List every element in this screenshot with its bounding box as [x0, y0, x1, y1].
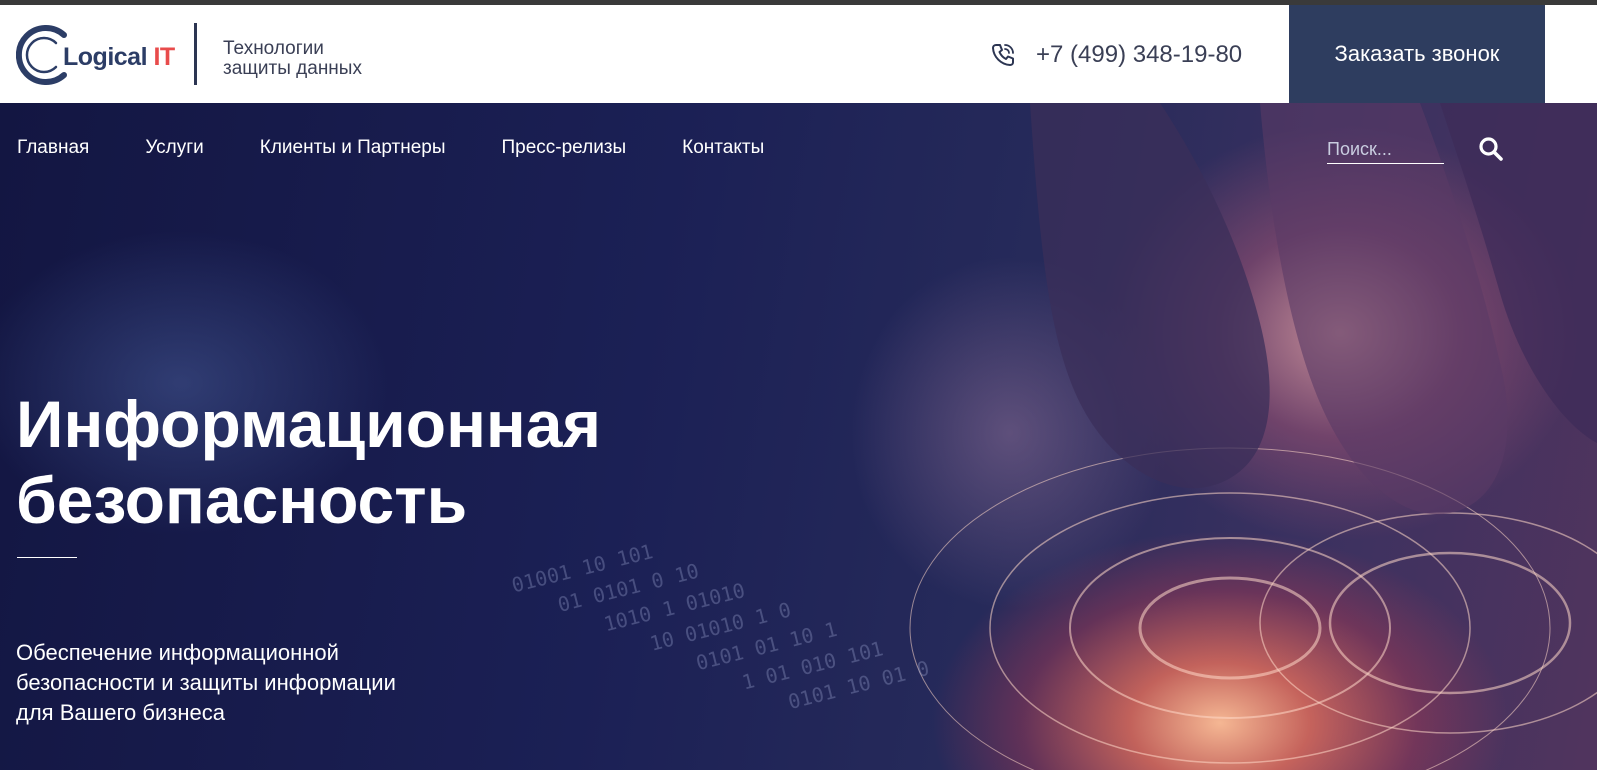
site-header: Logical IT Технологии защиты данных +7 (…	[0, 5, 1597, 103]
hero-title: Информационная безопасность	[16, 386, 601, 538]
order-callback-button[interactable]: Заказать звонок	[1289, 5, 1545, 103]
nav-item-press-releases[interactable]: Пресс-релизы	[501, 137, 626, 159]
tagline-line-2: защиты данных	[223, 58, 362, 79]
nav-item-services[interactable]: Услуги	[145, 137, 203, 159]
header-tagline: Технологии защиты данных	[223, 39, 362, 79]
search-icon[interactable]	[1478, 136, 1504, 162]
logo-wordmark: Logical IT	[63, 43, 175, 72]
hero-section: 01001 10 101 01 0101 0 10 1010 1 01010 1…	[0, 103, 1597, 770]
phone-icon	[992, 44, 1014, 66]
hero-subtitle-line-2: безопасности и защиты информации	[16, 670, 396, 695]
nav-item-home[interactable]: Главная	[17, 137, 89, 159]
hero-subtitle: Обеспечение информационной безопасности …	[16, 638, 476, 728]
main-nav: Главная Услуги Клиенты и Партнеры Пресс-…	[17, 137, 820, 159]
logo-accent-text: IT	[153, 43, 175, 71]
hero-title-line-1: Информационная	[16, 387, 602, 461]
tagline-line-1: Технологии	[223, 38, 324, 59]
hero-subtitle-line-1: Обеспечение информационной	[16, 640, 339, 665]
nav-item-contacts[interactable]: Контакты	[682, 137, 764, 159]
phone-number-link[interactable]: +7 (499) 348-19-80	[1036, 41, 1242, 69]
hero-divider	[17, 557, 77, 558]
logo-text: Logical	[63, 43, 148, 71]
search-input[interactable]	[1327, 135, 1444, 164]
hero-title-line-2: безопасность	[16, 463, 468, 537]
nav-item-clients-partners[interactable]: Клиенты и Партнеры	[260, 137, 446, 159]
header-divider	[194, 23, 197, 85]
hero-subtitle-line-3: для Вашего бизнеса	[16, 700, 225, 725]
site-logo[interactable]: Logical IT	[16, 23, 176, 87]
